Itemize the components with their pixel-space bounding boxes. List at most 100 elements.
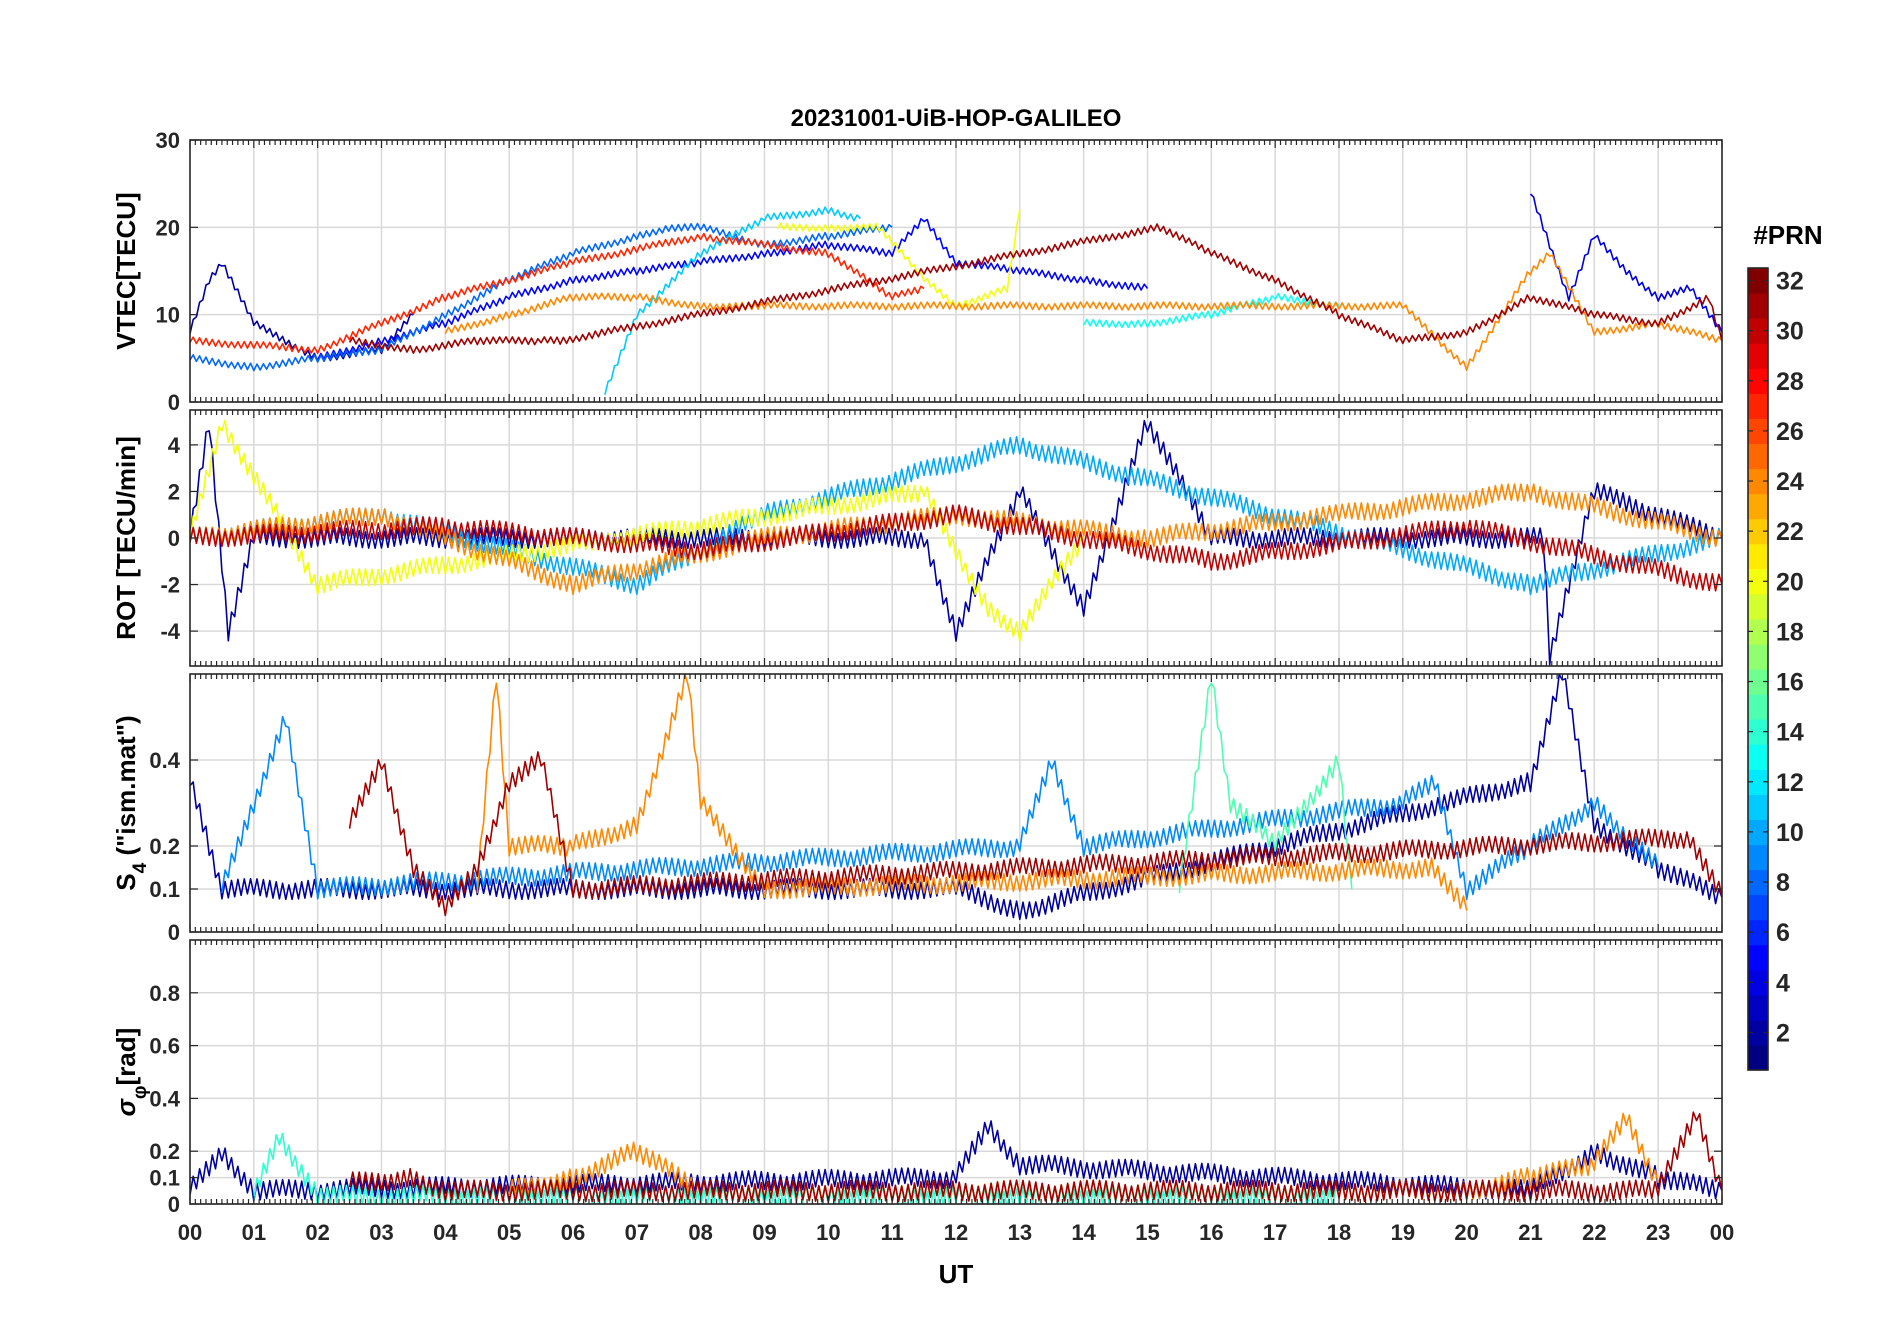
ylabel-sub: 4 <box>130 862 151 873</box>
colorbar-tick-label: 28 <box>1776 368 1804 396</box>
panel-rot: -4 -2 0 2 4 ROT [TECU/min] <box>111 409 1723 667</box>
y-tick-label: 0.1 <box>149 1166 180 1191</box>
y-axis-label-sigma: σφ[rad] <box>111 1028 151 1117</box>
x-tick-label: 23 <box>1646 1220 1670 1245</box>
colorbar-segment <box>1748 443 1768 470</box>
colorbar-segment <box>1748 393 1768 419</box>
colorbar-tick-label: 18 <box>1776 618 1804 646</box>
y-axis-label-s4: S4 ("ism.mat") <box>111 715 151 890</box>
panel-s4: 00.10.20.4S4 ("ism.mat") <box>111 673 1723 945</box>
y-tick-label: 4 <box>168 433 181 458</box>
y-tick-label: 0 <box>168 1192 180 1217</box>
x-tick-label: 00 <box>178 1220 202 1245</box>
x-tick-label: 03 <box>369 1220 393 1245</box>
x-tick-label: 16 <box>1199 1220 1223 1245</box>
colorbar-segment <box>1748 343 1768 369</box>
x-tick-label: 22 <box>1582 1220 1606 1245</box>
y-tick-label: 0 <box>168 920 180 945</box>
colorbar-tick-label: 16 <box>1776 669 1804 697</box>
grid-sigma <box>190 940 1722 1205</box>
y-tick-label: 0.4 <box>149 1086 180 1111</box>
x-tick-label: 18 <box>1327 1220 1351 1245</box>
series-prn-11 <box>604 206 861 395</box>
colorbar-segment <box>1748 493 1768 520</box>
colorbar-segment <box>1748 643 1768 670</box>
x-tick-label: 14 <box>1071 1220 1096 1245</box>
x-axis-label: UT <box>939 1259 974 1289</box>
x-tick-label: 15 <box>1135 1220 1159 1245</box>
colorbar-tick-label: 32 <box>1776 268 1804 296</box>
y-tick-label: -2 <box>160 573 180 598</box>
x-tick-label: 07 <box>625 1220 649 1245</box>
y-tick-label: 0.1 <box>149 877 180 902</box>
grid-vtec <box>190 139 1722 403</box>
x-tick-label: 10 <box>816 1220 840 1245</box>
y-tick-label: 0.2 <box>149 1139 180 1164</box>
colorbar-tick-label: 14 <box>1776 719 1804 747</box>
x-tick-label: 00 <box>1710 1220 1734 1245</box>
x-tick-label: 17 <box>1263 1220 1287 1245</box>
x-tick-label: 20 <box>1454 1220 1478 1245</box>
y-tick-label: 0 <box>168 390 180 415</box>
colorbar-segment <box>1748 543 1768 570</box>
colorbar-tick-label: 2 <box>1776 1019 1790 1047</box>
y-tick-label: 0 <box>168 526 180 551</box>
colorbar-tick-label: 26 <box>1776 418 1804 446</box>
y-tick-label: 30 <box>156 128 180 153</box>
series-prn-31 <box>348 751 1722 917</box>
y-tick-label: -4 <box>160 619 180 644</box>
colorbar-segment <box>1748 293 1768 319</box>
y-tick-label: 0.6 <box>149 1034 180 1059</box>
x-tick-label: 08 <box>688 1220 712 1245</box>
y-axis-label-vtec: VTEC[TECU] <box>111 192 141 349</box>
y-tick-label: 0.2 <box>149 834 180 859</box>
series-prn-15 <box>1178 682 1353 894</box>
chart-title: 20231001-UiB-HOP-GALILEO <box>791 105 1122 132</box>
x-tick-label: 12 <box>944 1220 968 1245</box>
panel-vtec: 0 10 20 30 VTEC[TECU] <box>111 128 1723 415</box>
colorbar-tick-label: 8 <box>1776 869 1790 897</box>
colorbar-segment <box>1748 894 1768 921</box>
y-tick-label: 10 <box>156 303 180 328</box>
series-prn-4 <box>1529 193 1722 333</box>
x-tick-label: 21 <box>1518 1220 1542 1245</box>
x-tick-label: 06 <box>561 1220 585 1245</box>
panel-sigma: 00.10.2 0.4 0.6 0.8 σφ[rad] <box>111 939 1723 1217</box>
x-tick-label: 02 <box>305 1220 329 1245</box>
colorbar-tick-label: 10 <box>1776 819 1804 847</box>
y-axis-label-rot: ROT [TECU/min] <box>111 436 141 640</box>
y-tick-label: 0.4 <box>149 748 180 773</box>
colorbar-tick-label: 22 <box>1776 518 1804 546</box>
ylabel-main: S <box>111 873 141 890</box>
colorbar-tick-label: 20 <box>1776 568 1804 596</box>
ylabel-tail: [rad] <box>111 1028 141 1086</box>
colorbar: 2468101214161820222426283032#PRN <box>1747 220 1823 1071</box>
y-tick-label: 0.8 <box>149 981 180 1006</box>
colorbar-tick-label: 6 <box>1776 919 1790 947</box>
colorbar-segment <box>1748 794 1768 820</box>
colorbar-segment <box>1748 593 1768 620</box>
x-tick-label: 04 <box>433 1220 458 1245</box>
colorbar-segment <box>1748 694 1768 720</box>
x-tick-label: 13 <box>1008 1220 1032 1245</box>
colorbar-tick-label: 30 <box>1776 318 1804 346</box>
x-tick-label: 05 <box>497 1220 521 1245</box>
colorbar-tick-label: 24 <box>1776 468 1804 496</box>
x-tick-label: 01 <box>242 1220 266 1245</box>
ylabel-tail: ("ism.mat") <box>111 715 141 862</box>
series-prn-9 <box>221 715 1659 901</box>
y-tick-label: 2 <box>168 479 180 504</box>
colorbar-segment <box>1748 744 1768 770</box>
x-tick-label: 09 <box>752 1220 776 1245</box>
colorbar-tick-label: 4 <box>1776 969 1790 997</box>
ylabel-sub: φ <box>130 1085 151 1099</box>
figure: 20231001-UiB-HOP-GALILEO 0102030VTEC[TEC… <box>111 105 1823 1289</box>
colorbar-segment <box>1748 994 1768 1021</box>
series-prn-31 <box>348 223 1722 354</box>
colorbar-segment <box>1748 944 1768 971</box>
colorbar-segment <box>1748 844 1768 871</box>
colorbar-label: #PRN <box>1753 220 1822 250</box>
y-tick-label: 20 <box>156 215 180 240</box>
colorbar-tick-label: 12 <box>1776 769 1804 797</box>
x-tick-label: 11 <box>881 1220 904 1245</box>
